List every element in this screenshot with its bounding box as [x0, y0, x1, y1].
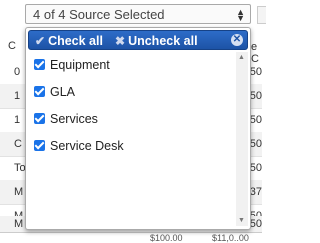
- checkbox[interactable]: [34, 59, 45, 71]
- option-services[interactable]: Services: [28, 106, 233, 133]
- uncheck-all-button[interactable]: ✖ Uncheck all: [115, 34, 198, 48]
- checkbox[interactable]: [34, 113, 45, 125]
- checkbox[interactable]: [34, 86, 45, 98]
- checkbox[interactable]: [34, 140, 45, 152]
- scroll-down-icon[interactable]: ▼: [238, 217, 245, 224]
- source-select-value: 4 of 4 Source Selected: [33, 7, 165, 22]
- scroll-up-icon[interactable]: ▲: [238, 54, 245, 61]
- dropdown-scrollbar[interactable]: ▲ ▼: [236, 52, 248, 226]
- option-equipment[interactable]: Equipment: [28, 52, 233, 79]
- check-all-button[interactable]: ✔ Check all: [35, 34, 103, 48]
- close-icon[interactable]: ✕: [231, 34, 243, 46]
- check-icon: ✔: [35, 34, 46, 48]
- column-header-left: C: [8, 40, 16, 52]
- adjacent-control[interactable]: [257, 6, 266, 24]
- dropdown-header: ✔ Check all ✖ Uncheck all ✕: [28, 30, 248, 50]
- option-gla[interactable]: GLA: [28, 79, 233, 106]
- source-dropdown: ✔ Check all ✖ Uncheck all ✕ Equipment GLA …: [25, 27, 251, 230]
- table-footer: $100.00 $11,0..00: [0, 232, 262, 243]
- source-select[interactable]: 4 of 4 Source Selected ▲ ▼: [25, 4, 251, 24]
- up-down-arrow-icon: ▲ ▼: [236, 7, 245, 23]
- option-service-desk[interactable]: Service Desk: [28, 133, 233, 160]
- close-x-icon: ✖: [115, 34, 126, 48]
- option-list: Equipment GLA Services Service Desk: [28, 52, 233, 160]
